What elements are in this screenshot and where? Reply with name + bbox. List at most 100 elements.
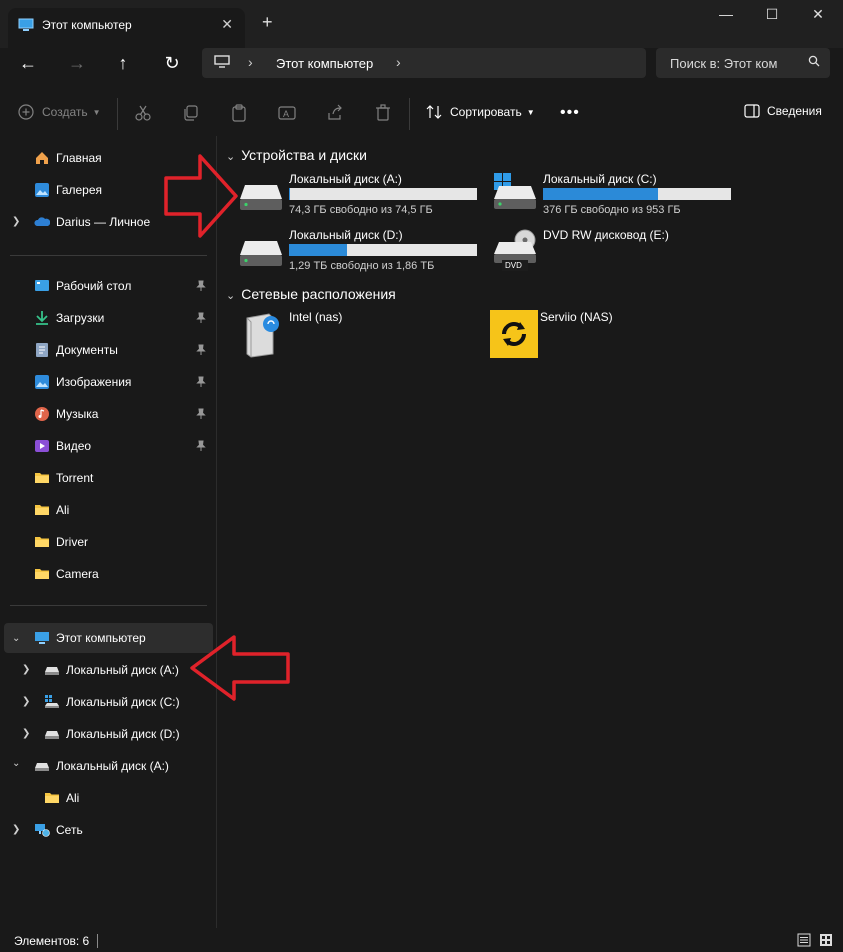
documents-icon [36,343,48,357]
rename-icon[interactable]: A [278,104,296,122]
drive-name: Локальный диск (A:) [289,172,402,186]
sidebar-item-label: Изображения [56,375,132,389]
sidebar-item-label: Сеть [56,823,83,837]
drive-a-tile[interactable]: Локальный диск (A:) 74,3 ГБ свободно из … [239,172,479,222]
chevron-down-icon[interactable]: ⌄ [12,633,20,644]
chevron-right-icon[interactable]: ❯ [12,216,20,227]
chevron-right-icon[interactable]: ❯ [22,664,30,675]
copy-icon[interactable] [182,104,200,122]
folder-icon [45,793,59,803]
pin-icon[interactable] [196,344,206,356]
sidebar-item-label: Локальный диск (A:) [66,663,179,677]
drive-usage-bar [543,188,731,200]
computer-icon [35,632,49,644]
network-location-intel[interactable]: Intel (nas) [239,310,479,360]
dvd-drive-tile[interactable]: DVD DVD RW дисковод (E:) [493,228,733,278]
sidebar-item-label: Видео [56,439,92,453]
sidebar-item-label: Darius — Личное [56,215,151,229]
details-view-icon[interactable] [797,933,811,947]
details-label: Сведения [767,104,822,118]
plus-icon[interactable]: + [262,12,273,33]
music-icon [35,407,49,421]
sidebar-item-desktop[interactable]: Рабочий стол [34,271,212,301]
sidebar-item-camera[interactable]: Camera [34,559,99,589]
sidebar-item-torrent[interactable]: Torrent [34,463,93,493]
chevron-right-icon[interactable]: › [248,54,253,70]
sidebar-item-label: Музыка [56,407,99,421]
network-location-serviio[interactable]: Serviio (NAS) [490,310,730,360]
tiles-view-icon[interactable] [819,933,833,947]
sidebar-item-ali[interactable]: Ali [34,495,69,525]
sidebar-item-onedrive[interactable]: Darius — Личное [34,207,150,237]
paste-icon[interactable] [230,104,248,122]
tab-title: Этот компьютер [42,18,132,32]
forward-button[interactable]: → [62,48,92,78]
sidebar-item-video[interactable]: Видео [34,431,212,461]
chevron-down-icon[interactable]: ⌄ [12,758,20,769]
sidebar-item-gallery[interactable]: Галерея [34,175,102,205]
pin-icon[interactable] [196,408,206,420]
folder-icon [35,473,49,483]
sidebar-item-label: Локальный диск (A:) [56,759,169,773]
sidebar-item-music[interactable]: Музыка [34,399,212,429]
sidebar-item-drive-d[interactable]: Локальный диск (D:) [44,719,180,749]
cut-icon[interactable] [134,104,152,122]
drive-free-space: 376 ГБ свободно из 953 ГБ [543,204,681,216]
sort-label: Сортировать [450,105,522,119]
sidebar-item-label: Этот компьютер [56,631,146,645]
sidebar-item-downloads[interactable]: Загрузки [34,303,212,333]
chevron-right-icon[interactable]: ❯ [22,696,30,707]
search-input[interactable]: Поиск в: Этот ком [656,48,830,78]
group-header-devices[interactable]: ⌄ Устройства и диски [226,147,367,163]
minimize-icon[interactable]: — [703,6,749,26]
create-button[interactable]: Создать ▼ [18,104,101,120]
drive-name: DVD RW дисковод (E:) [543,228,669,242]
sidebar-item-drive-c[interactable]: Локальный диск (C:) [44,687,180,717]
drive-usage-bar [289,244,477,256]
sort-button[interactable]: Сортировать ▼ [426,104,535,120]
details-button[interactable]: Сведения [744,104,822,118]
divider [117,98,118,130]
chevron-right-icon[interactable]: ❯ [22,728,30,739]
breadcrumb[interactable]: Этот компьютер [276,56,373,71]
plus-circle-icon [18,104,34,120]
drive-usage-fill [289,188,290,200]
chevron-right-icon[interactable]: › [396,54,401,70]
sidebar-item-label: Driver [56,535,88,549]
sidebar-item-drive-a-removable[interactable]: Локальный диск (A:) [34,751,169,781]
pane-splitter[interactable] [216,136,217,928]
back-button[interactable]: ← [13,48,43,78]
delete-icon[interactable] [374,104,392,122]
drive-c-tile[interactable]: Локальный диск (C:) 376 ГБ свободно из 9… [493,172,733,222]
sidebar-item-drive-a[interactable]: Локальный диск (A:) [44,655,179,685]
maximize-icon[interactable]: ☐ [749,6,795,26]
refresh-button[interactable]: ↻ [157,48,187,78]
sidebar-item-this-pc[interactable]: Этот компьютер [34,623,146,653]
share-icon[interactable] [326,104,344,122]
network-location-name: Serviio (NAS) [540,310,613,324]
up-button[interactable]: ↑ [108,48,138,78]
drive-d-tile[interactable]: Локальный диск (D:) 1,29 ТБ свободно из … [239,228,479,278]
pin-icon[interactable] [196,312,206,324]
pin-icon[interactable] [196,376,206,388]
sidebar-item-home[interactable]: Главная [34,143,102,173]
tab-this-pc[interactable]: Этот компьютер ✕ [8,8,245,48]
group-header-network[interactable]: ⌄ Сетевые расположения [226,286,396,302]
pin-icon[interactable] [196,280,206,292]
sidebar-item-documents[interactable]: Документы [34,335,212,365]
chevron-down-icon: ⌄ [226,290,236,302]
sidebar-item-label: Документы [56,343,118,357]
pin-icon[interactable] [196,440,206,452]
sidebar-item-network[interactable]: Сеть [34,815,83,845]
sidebar-item-label: Загрузки [56,311,105,325]
close-icon[interactable]: ✕ [795,6,841,26]
address-bar[interactable]: › Этот компьютер › [202,48,646,78]
more-options-icon[interactable]: ••• [560,104,580,122]
sidebar-item-label: Локальный диск (D:) [66,727,180,741]
sidebar-item-pictures[interactable]: Изображения [34,367,212,397]
divider [10,605,207,606]
chevron-right-icon[interactable]: ❯ [12,824,20,835]
close-tab-icon[interactable]: ✕ [221,16,233,33]
sidebar-item-driver[interactable]: Driver [34,527,88,557]
sidebar-item-ali-folder[interactable]: Ali [44,783,79,813]
